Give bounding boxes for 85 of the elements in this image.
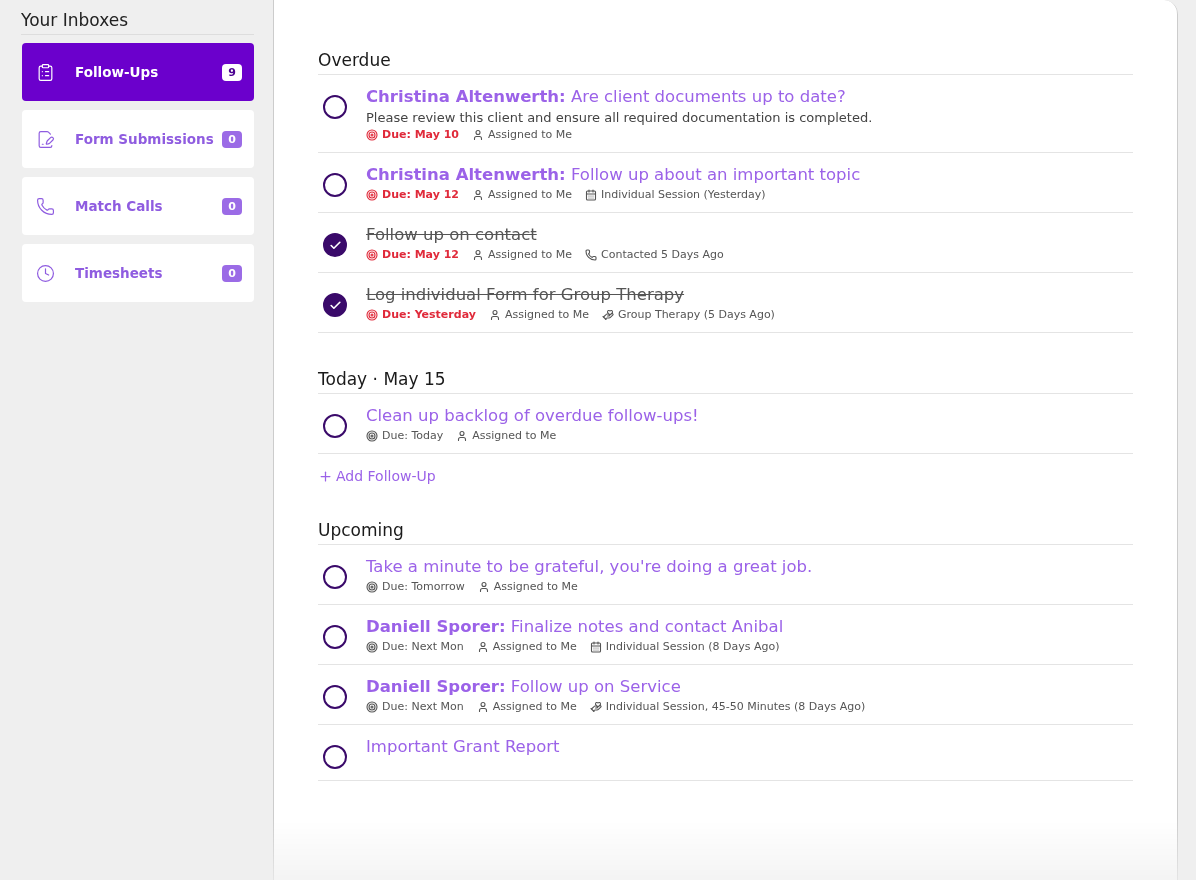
phone-icon [36,196,55,216]
due-date: Due: May 10 [366,128,459,141]
hand-heart-icon [589,700,602,713]
complete-checkbox[interactable] [323,414,347,438]
inbox-item[interactable]: Timesheets 0 [22,244,254,302]
signed-document-icon [36,129,55,149]
due-date: Due: May 12 [366,188,459,201]
complete-checkbox[interactable] [323,233,347,257]
due-date: Due: Yesterday [366,308,476,321]
target-icon [366,248,378,261]
section-heading: Upcoming [318,512,1133,545]
person-icon [456,429,469,442]
complete-checkbox[interactable] [323,95,347,119]
target-icon [366,128,378,141]
meta-label: Individual Session (8 Days Ago) [589,640,780,653]
calendar-icon [585,188,598,201]
target-icon [366,188,378,201]
clock-icon [36,263,55,283]
person-icon [477,580,490,593]
due-date: Due: Today [366,429,444,442]
target-icon [366,700,378,713]
complete-checkbox[interactable] [323,293,347,317]
clipboard-icon [36,62,55,82]
follow-up-title: Christina Altenwerth: Follow up about an important topic [366,165,861,185]
phone-icon [585,248,598,261]
calendar-icon [589,640,602,653]
inbox-label: Match Calls [75,198,164,214]
person-icon [472,188,484,201]
count-badge: 0 [222,264,242,282]
person-icon [476,700,489,713]
target-icon [366,429,378,442]
check-icon [328,298,342,312]
add-follow-up-button[interactable]: Add Follow-Up [318,454,436,484]
follow-up-title: Log individual Form for Group Therapy [366,285,686,305]
person-icon [472,248,484,261]
follow-up-title: Important Grant Report [366,737,560,757]
meta-label: Assigned to Me [488,308,589,321]
inbox-label: Follow-Ups [75,64,160,80]
count-badge: 0 [222,197,242,215]
inbox-label: Timesheets [75,265,164,281]
person-icon [476,640,489,653]
meta-label: Individual Session (Yesterday) [585,188,766,201]
follow-up-title: Follow up on contact [366,225,538,245]
complete-checkbox[interactable] [323,173,347,197]
complete-checkbox[interactable] [323,745,347,769]
section-heading: Overdue [318,42,1133,75]
due-date: Due: Next Mon [366,640,464,653]
meta-label: Assigned to Me [476,640,577,653]
target-icon [366,640,378,653]
meta-label: Assigned to Me [456,429,557,442]
complete-checkbox[interactable] [323,625,347,649]
target-icon [366,580,378,593]
check-icon [328,238,342,252]
meta-label: Individual Session, 45-50 Minutes (8 Days Ago) [589,700,866,713]
hand-heart-icon [601,308,614,321]
follow-up-title: Clean up backlog of overdue follow-ups! [366,406,699,426]
sidebar-title: Your Inboxes [21,10,254,35]
inbox-label: Form Submissions [75,131,215,147]
due-date: Due: Tomorrow [366,580,465,593]
meta-label: Assigned to Me [472,188,573,201]
person-icon [488,308,501,321]
follow-up-title: Take a minute to be grateful, you're doing a great job. [366,557,813,577]
follow-up-title: Daniell Sporer: Follow up on Service [366,677,682,697]
meta-label: Assigned to Me [476,700,577,713]
meta-label: Contacted 5 Days Ago [585,248,724,261]
section-heading: Today · May 15 [318,361,1133,394]
due-date: Due: May 12 [366,248,459,261]
follow-up-description: Please review this client and ensure all required documentation is completed. [366,110,873,125]
count-badge: 9 [222,63,242,81]
count-badge: 0 [222,130,242,148]
complete-checkbox[interactable] [323,685,347,709]
due-date: Due: Next Mon [366,700,464,713]
meta-label: Group Therapy (5 Days Ago) [601,308,775,321]
inbox-item[interactable]: Match Calls 0 [22,177,254,235]
person-icon [472,128,484,141]
target-icon [366,308,378,321]
meta-label: Assigned to Me [472,248,573,261]
complete-checkbox[interactable] [323,565,347,589]
plus-icon [318,468,333,484]
inbox-item[interactable]: Form Submissions 0 [22,110,254,168]
meta-label: Assigned to Me [477,580,578,593]
follow-up-title: Daniell Sporer: Finalize notes and contact Anibal [366,617,784,637]
inbox-item[interactable]: Follow-Ups 9 [22,43,254,101]
follow-up-title: Christina Altenwerth: Are client documents up to date? [366,87,847,107]
meta-label: Assigned to Me [472,128,573,141]
